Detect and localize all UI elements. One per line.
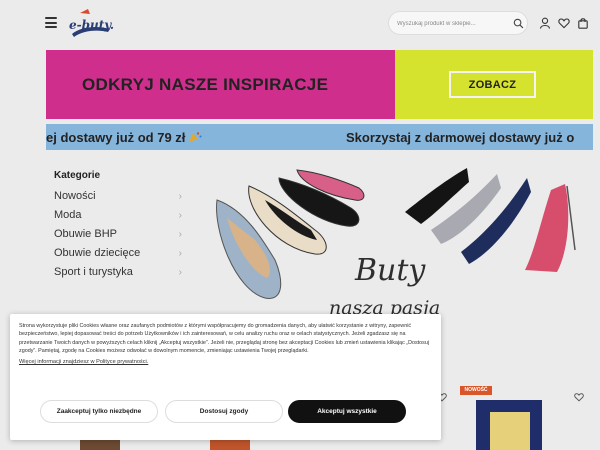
cookie-consent-dialog: Strona wykorzystuje pliki Cookies własne… [10,314,441,440]
category-item-fashion[interactable]: Moda › [54,206,184,225]
chevron-right-icon: › [178,267,182,278]
heart-icon[interactable] [558,17,570,29]
product-image-detail [490,412,530,450]
new-badge: NOWOŚĆ [460,386,492,395]
header: e-buty.pl [0,0,600,46]
category-item-sport[interactable]: Sport i turystyka › [54,263,184,282]
category-menu: Kategorie Nowości › Moda › Obuwie BHP › Obu… [54,170,184,282]
accept-necessary-button[interactable]: Zaakceptuj tylko niezbędne [40,400,158,423]
customize-consent-button[interactable]: Dostosuj zgody [165,400,283,423]
product-image[interactable] [80,440,120,450]
banner-see-button[interactable]: ZOBACZ [449,71,536,98]
logo-text: e-buty.pl [69,18,114,32]
chevron-right-icon: › [178,191,182,202]
shipping-ticker: ej dostawy już od 79 zł Skorzystaj z dar… [46,124,593,150]
shoes-illustration: Buty nasza pasja [216,168,576,319]
category-title: Kategorie [54,170,101,181]
chevron-right-icon: › [178,229,182,240]
hero-image[interactable]: Buty nasza pasja [205,160,593,320]
category-item-new[interactable]: Nowości › [54,187,184,206]
party-popper-icon [189,132,202,142]
heart-icon[interactable] [574,392,584,402]
chevron-right-icon: › [178,210,182,221]
search-input[interactable] [397,16,507,31]
menu-icon[interactable] [45,17,57,28]
promo-banner[interactable]: ODKRYJ NASZE INSPIRACJE ZOBACZ [46,50,593,119]
privacy-policy-link[interactable]: Więcej informacji znajdziesz w Polityce … [19,359,432,365]
search-bar[interactable] [388,11,528,35]
ticker-message: ej dostawy już od 79 zł [46,130,202,145]
logo[interactable]: e-buty.pl [66,7,114,39]
banner-headline: ODKRYJ NASZE INSPIRACJE [82,74,329,94]
chevron-right-icon: › [178,248,182,259]
user-icon[interactable] [539,17,551,29]
product-image[interactable] [210,440,250,450]
ticker-message: Skorzystaj z darmowej dostawy już o [346,130,575,145]
cookie-text: Strona wykorzystuje pliki Cookies własne… [19,323,430,354]
search-icon[interactable] [513,18,524,29]
category-item-safety[interactable]: Obuwie BHP › [54,225,184,244]
category-item-kids[interactable]: Obuwie dziecięce › [54,244,184,263]
bag-icon[interactable] [577,17,589,29]
hero-line-1: Buty [354,253,426,288]
accept-all-button[interactable]: Akceptuj wszystkie [288,400,406,423]
